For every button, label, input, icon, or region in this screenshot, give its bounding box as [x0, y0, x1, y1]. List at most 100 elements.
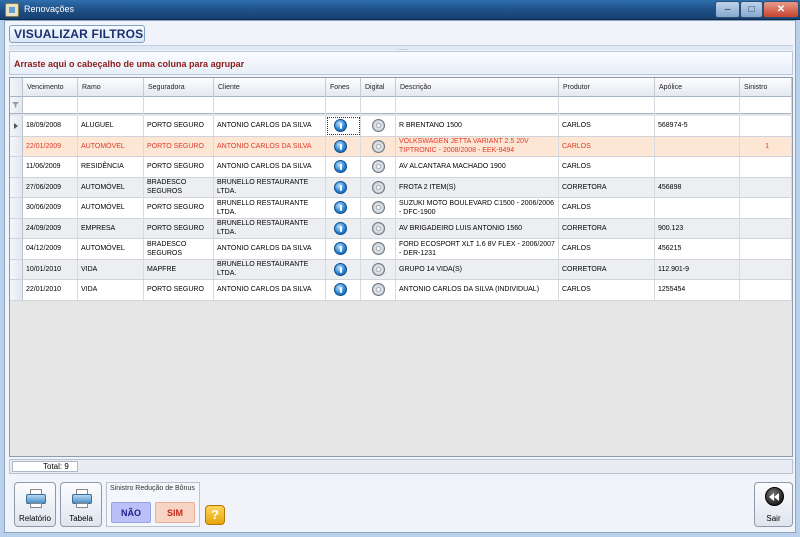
- close-button[interactable]: ✕: [763, 1, 799, 18]
- group-by-panel[interactable]: Arraste aqui o cabeçalho de uma coluna p…: [9, 51, 793, 75]
- table-row[interactable]: 22/01/2009 AUTOMÓVEL PORTO SEGURO ANTONIO C…: [10, 136, 792, 157]
- cell-digital[interactable]: [361, 136, 396, 156]
- row-selector[interactable]: [10, 157, 23, 177]
- relatorio-button[interactable]: Relatório: [14, 482, 56, 527]
- renewals-grid: Vencimento Ramo Seguradora Cliente Fones Digi…: [9, 77, 793, 457]
- filter-cell-sinistro[interactable]: [740, 97, 792, 114]
- column-header-vencimento[interactable]: Vencimento: [23, 78, 78, 97]
- tabela-button[interactable]: Tabela: [60, 482, 102, 527]
- splitter[interactable]: .....: [9, 43, 793, 52]
- cell-fones[interactable]: [326, 218, 361, 238]
- cell-digital[interactable]: [361, 259, 396, 279]
- column-header-produtor[interactable]: Produtor: [559, 78, 655, 97]
- filter-cell-digital[interactable]: [361, 97, 396, 114]
- cell-sinistro: [740, 177, 792, 197]
- cd-disc-icon[interactable]: [372, 221, 385, 235]
- phone-info-icon[interactable]: [334, 242, 347, 256]
- phone-info-icon[interactable]: [334, 180, 347, 194]
- cell-apolice: [655, 157, 740, 177]
- phone-info-icon[interactable]: [334, 160, 347, 174]
- cell-fones[interactable]: [326, 116, 361, 136]
- row-selector[interactable]: [10, 259, 23, 279]
- phone-info-icon[interactable]: [334, 119, 347, 133]
- cd-disc-icon[interactable]: [372, 160, 385, 174]
- column-header-fones[interactable]: Fones: [326, 78, 361, 97]
- sair-button[interactable]: Sair: [754, 482, 793, 527]
- cell-produtor: CORRETORA: [559, 259, 655, 279]
- cell-fones[interactable]: [326, 177, 361, 197]
- cell-fones[interactable]: [326, 198, 361, 218]
- cell-cliente: ANTONIO CARLOS DA SILVA: [214, 116, 326, 136]
- column-header-descricao[interactable]: Descrição: [396, 78, 559, 97]
- table-row[interactable]: 11/06/2009 RESIDÊNCIA PORTO SEGURO ANTONIO …: [10, 157, 792, 178]
- row-selector[interactable]: [10, 198, 23, 218]
- cell-seguradora: PORTO SEGURO: [144, 136, 214, 156]
- cd-disc-icon[interactable]: [372, 201, 385, 215]
- cell-produtor: CORRETORA: [559, 218, 655, 238]
- cd-disc-icon[interactable]: [372, 283, 385, 297]
- minimize-button[interactable]: –: [715, 1, 740, 18]
- cell-sinistro: 1: [740, 136, 792, 156]
- cell-fones[interactable]: [326, 259, 361, 279]
- column-header-sinistro[interactable]: Sinistro: [740, 78, 792, 97]
- cell-digital[interactable]: [361, 239, 396, 259]
- cell-digital[interactable]: [361, 198, 396, 218]
- filter-cell-vencimento[interactable]: [23, 97, 78, 114]
- row-selector[interactable]: [10, 239, 23, 259]
- cell-fones[interactable]: [326, 239, 361, 259]
- cd-disc-icon[interactable]: [372, 119, 385, 133]
- column-header-digital[interactable]: Digital: [361, 78, 396, 97]
- table-row[interactable]: 24/09/2009 EMPRESA PORTO SEGURO BRUNELLO RE…: [10, 218, 792, 239]
- maximize-button[interactable]: □: [740, 1, 763, 18]
- row-selector[interactable]: [10, 280, 23, 300]
- cell-fones[interactable]: [326, 157, 361, 177]
- table-row[interactable]: 30/06/2009 AUTOMÓVEL PORTO SEGURO BRUNELLO …: [10, 198, 792, 219]
- table-row[interactable]: 10/01/2010 VIDA MAPFRE BRUNELLO RESTAURANTE…: [10, 259, 792, 280]
- cell-descricao: FROTA 2 ITEM(S): [396, 177, 559, 197]
- filter-cell-descricao[interactable]: [396, 97, 559, 114]
- column-header-apolice[interactable]: Apólice: [655, 78, 740, 97]
- sair-label: Sair: [766, 514, 781, 523]
- filter-cell-produtor[interactable]: [559, 97, 655, 114]
- cd-disc-icon[interactable]: [372, 242, 385, 256]
- cell-digital[interactable]: [361, 280, 396, 300]
- cell-digital[interactable]: [361, 218, 396, 238]
- filter-cell-seguradora[interactable]: [144, 97, 214, 114]
- cell-apolice: 1255454: [655, 280, 740, 300]
- cell-sinistro: [740, 280, 792, 300]
- cell-cliente: BRUNELLO RESTAURANTE LTDA.: [214, 259, 326, 279]
- phone-info-icon[interactable]: [334, 283, 347, 297]
- phone-info-icon[interactable]: [334, 262, 347, 276]
- cd-disc-icon[interactable]: [372, 262, 385, 276]
- cell-digital[interactable]: [361, 116, 396, 136]
- cell-produtor: CARLOS: [559, 239, 655, 259]
- filter-cell-ramo[interactable]: [78, 97, 144, 114]
- current-row-arrow-icon: [14, 123, 18, 129]
- table-row[interactable]: 27/06/2009 AUTOMÓVEL BRADESCO SEGUROS BRUNE…: [10, 177, 792, 198]
- phone-info-icon[interactable]: [334, 139, 347, 153]
- phone-info-icon[interactable]: [334, 221, 347, 235]
- column-header-seguradora[interactable]: Seguradora: [144, 78, 214, 97]
- row-selector[interactable]: [10, 177, 23, 197]
- row-selector[interactable]: [10, 218, 23, 238]
- table-row[interactable]: 18/09/2008 ALUGUEL PORTO SEGURO ANTONIO CAR…: [10, 116, 792, 137]
- cell-fones[interactable]: [326, 280, 361, 300]
- column-header-cliente[interactable]: Cliente: [214, 78, 326, 97]
- help-icon[interactable]: ?: [205, 505, 225, 525]
- cell-fones[interactable]: [326, 136, 361, 156]
- visualizar-filtros-button[interactable]: VISUALIZAR FILTROS: [9, 25, 145, 43]
- table-row[interactable]: 04/12/2009 AUTOMÓVEL BRADESCO SEGUROS ANTON…: [10, 239, 792, 260]
- cd-disc-icon[interactable]: [372, 180, 385, 194]
- column-header-ramo[interactable]: Ramo: [78, 78, 144, 97]
- filter-cell-cliente[interactable]: [214, 97, 326, 114]
- phone-info-icon[interactable]: [334, 201, 347, 215]
- filter-cell-apolice[interactable]: [655, 97, 740, 114]
- table-row[interactable]: 22/01/2010 VIDA PORTO SEGURO ANTONIO CARLOS…: [10, 280, 792, 301]
- row-selector[interactable]: [10, 116, 23, 136]
- cell-digital[interactable]: [361, 157, 396, 177]
- row-selector[interactable]: [10, 136, 23, 156]
- filter-cell-fones[interactable]: [326, 97, 361, 114]
- back-arrow-icon: [765, 487, 784, 506]
- cell-digital[interactable]: [361, 177, 396, 197]
- cd-disc-icon[interactable]: [372, 139, 385, 153]
